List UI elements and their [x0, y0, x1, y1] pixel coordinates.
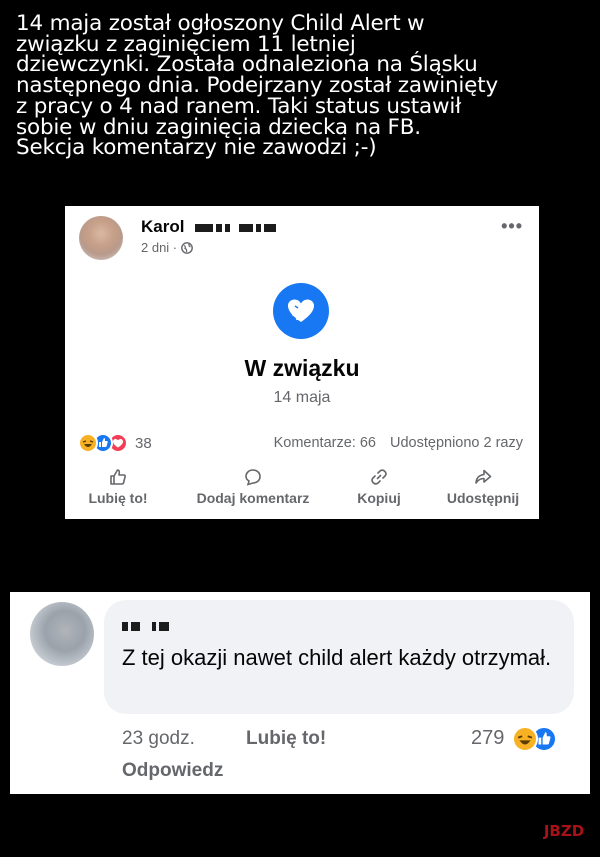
- comment-bubble-icon: [245, 469, 261, 486]
- copy-label: Kopiuj: [357, 490, 401, 506]
- author-avatar[interactable]: [79, 216, 123, 260]
- caption-line: Sekcja komentarzy nie zawodzi ;-): [16, 135, 377, 161]
- post-stats: Komentarze: 66 Udostępniono 2 razy: [274, 435, 523, 451]
- post-action-bar: Lubię to! Dodaj komentarz Kopiuj Udostęp…: [65, 468, 539, 518]
- comment-text: Z tej okazji nawet child alert każdy otr…: [122, 645, 552, 670]
- comments-count-link[interactable]: Komentarze: 66: [274, 435, 376, 451]
- comment-reactions[interactable]: [512, 726, 557, 752]
- shares-count-link[interactable]: Udostępniono 2 razy: [390, 435, 523, 451]
- facebook-comment: Z tej okazji nawet child alert każdy otr…: [10, 592, 590, 794]
- life-event-title: W związku: [244, 355, 360, 381]
- haha-reaction-icon: [512, 726, 538, 752]
- comment-bubble: Z tej okazji nawet child alert każdy otr…: [104, 600, 574, 714]
- like-label: Lubię to!: [88, 490, 148, 506]
- comment-reply-button[interactable]: Odpowiedz: [122, 760, 223, 782]
- like-button[interactable]: Lubię to!: [83, 468, 153, 506]
- redacted-commenter-name[interactable]: [122, 616, 172, 636]
- comment-time[interactable]: 23 godz.: [122, 728, 195, 750]
- share-label: Udostępnij: [446, 490, 520, 506]
- post-time[interactable]: 2 dni ·: [141, 240, 177, 255]
- post-meta: 2 dni ·: [141, 240, 194, 255]
- copy-button[interactable]: Kopiuj: [351, 468, 407, 506]
- share-arrow-icon: [475, 469, 492, 484]
- globe-icon: [181, 241, 194, 254]
- link-icon: [371, 469, 387, 485]
- haha-reaction-icon: [78, 433, 98, 453]
- commenter-avatar[interactable]: [30, 602, 94, 666]
- facebook-post-card: Karol 2 dni · ••• W związku 14 maja 38 K…: [65, 206, 539, 519]
- share-button[interactable]: Udostępnij: [437, 468, 529, 506]
- life-event-date: 14 maja: [273, 389, 331, 406]
- post-author[interactable]: Karol: [141, 217, 279, 237]
- comment-reaction-count[interactable]: 279: [471, 727, 504, 750]
- comment-label: Dodaj komentarz: [196, 490, 310, 506]
- comment-button[interactable]: Dodaj komentarz: [183, 468, 323, 506]
- life-event-heart-icon: [273, 283, 329, 339]
- thumbs-up-icon: [110, 469, 126, 485]
- meme-caption: 14 maja został ogłoszony Child Alert w z…: [16, 13, 588, 161]
- reactions-summary[interactable]: 38: [78, 433, 152, 453]
- comment-like-button[interactable]: Lubię to!: [246, 728, 326, 750]
- redacted-surname: [195, 217, 279, 237]
- site-watermark-logo: JBZD: [543, 822, 585, 840]
- reaction-count: 38: [135, 434, 152, 452]
- author-first-name: Karol: [141, 217, 185, 236]
- more-options-icon[interactable]: •••: [501, 216, 523, 237]
